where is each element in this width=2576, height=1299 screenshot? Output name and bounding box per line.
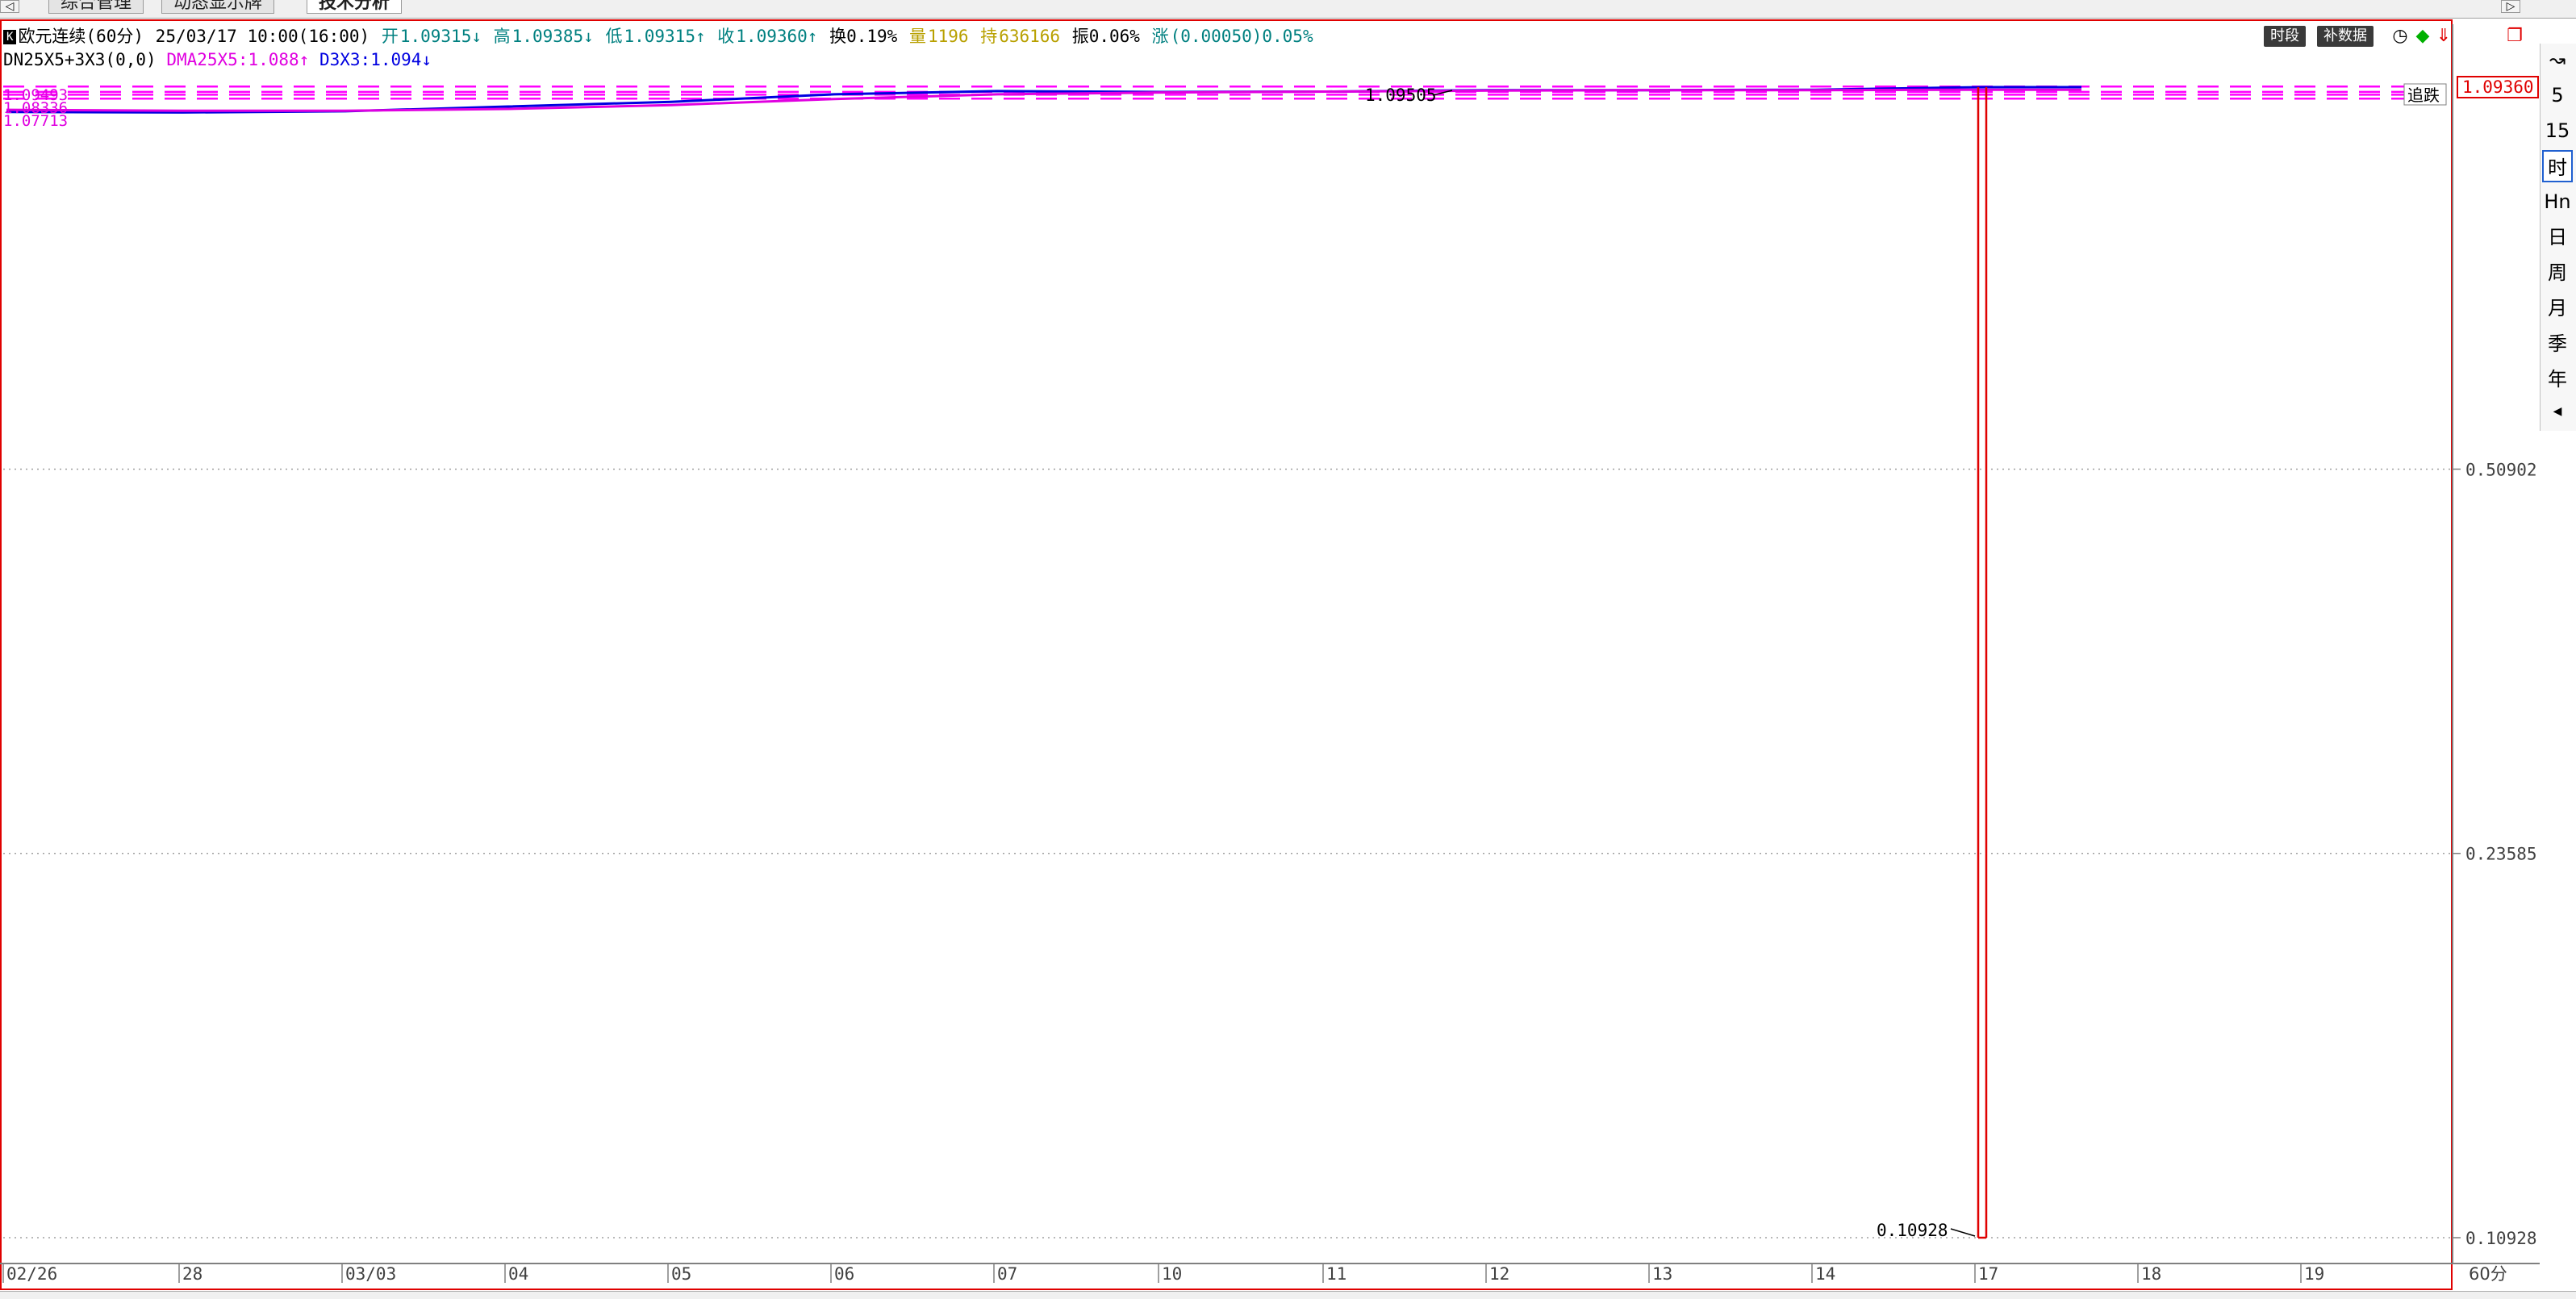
open-value: 1.09315↓ [399,27,482,46]
dma-value: DMA25X5:1.088↑ [166,50,310,69]
indicator-name[interactable]: DN25X5+3X3(0,0) [3,50,157,69]
x-tick-label: 14 [1815,1264,1835,1284]
y-tick-label: 0.23585 [2465,845,2537,864]
collapse-arrow-icon[interactable]: ◀ [2542,395,2573,428]
min-price-label: 0.10928 [1877,1221,1948,1240]
y-tick-label: 0.50902 [2465,460,2537,479]
x-tick-label: 13 [1652,1264,1672,1284]
period-badge[interactable]: K [3,30,17,44]
left-label-bottom: 1.07713 [3,112,68,130]
red-down-arrow-icon[interactable]: ⇓ [2433,26,2454,47]
datetime: 25/03/17 10:00(16:00) [155,27,370,46]
x-tick-label: 19 [2304,1264,2324,1284]
low-value: 1.09315↑ [624,27,706,46]
min-price-pointer [1950,1228,1976,1237]
open-label: 开 [381,27,399,46]
x-tick-label: 18 [2141,1264,2161,1284]
amplitude: 振0.06% [1071,27,1140,46]
y-tick-label: 0.10928 [2465,1229,2537,1248]
x-tick-label: 12 [1489,1264,1509,1284]
quote-info-line: K 欧元连续(60分) 25/03/17 10:00(16:00) 开1.0931… [3,24,1315,48]
d3x3-value: D3X3:1.094↓ [319,50,432,69]
period-hour-button[interactable]: 时 [2542,150,2573,182]
instrument-name: 欧元连续(60分) [18,27,144,46]
period-15min-button[interactable]: 15 [2542,115,2573,147]
high-label: 高 [493,27,511,46]
window-restore-icon[interactable]: ❐ [2504,26,2525,47]
max-price-label: 1.09505 [1365,86,1437,105]
x-unit-label: 60分 [2469,1264,2507,1284]
x-tick-label: 02/26 [6,1264,57,1284]
x-tick-label: 11 [1326,1264,1346,1284]
right-tag-label: 追跌 [2407,86,2440,105]
x-tick-label: 10 [1162,1264,1182,1284]
close-label: 收 [717,27,735,46]
volume-value: 1196 [927,27,969,46]
time-segment-button[interactable]: 时段 [2264,26,2306,47]
x-tick-label: 06 [834,1264,854,1284]
period-month-button[interactable]: 月 [2542,292,2573,324]
low-label: 低 [605,27,623,46]
indicator-line: DN25X5+3X3(0,0) DMA25X5:1.088↑ D3X3:1.09… [3,48,432,71]
x-tick-label: 07 [997,1264,1017,1284]
x-tick-label: 04 [508,1264,528,1284]
oi-value: 636166 [999,27,1061,46]
period-5min-button[interactable]: 5 [2542,79,2573,111]
volume-label: 量 [908,27,926,46]
clock-icon[interactable]: ◷ [2390,26,2411,47]
x-tick-label: 17 [1978,1264,1998,1284]
close-value: 1.09360↑ [736,27,818,46]
period-selector: ↝ 5 15 时 Hn 日 周 月 季 年 ◀ [2540,44,2576,431]
period-quarter-button[interactable]: 季 [2542,328,2573,360]
series-line-1 [6,88,2081,112]
x-tick-label: 28 [182,1264,202,1284]
current-price-label: 1.09360 [2462,77,2534,97]
period-tick-line-button[interactable]: ↝ [2542,44,2573,76]
high-value: 1.09385↓ [511,27,594,46]
x-tick-label: 03/03 [345,1264,396,1284]
period-custom-min-button[interactable]: Hn [2542,186,2573,218]
oi-label: 持 [980,27,998,46]
diamond-icon[interactable]: ◆ [2412,26,2433,47]
price-chart[interactable]: 0.50902 0.23585 0.10928 1.09360 02/26 28 03/03… [0,0,2576,1298]
period-day-button[interactable]: 日 [2542,221,2573,253]
turnover: 换0.19% [829,27,898,46]
period-week-button[interactable]: 周 [2542,257,2573,289]
fill-data-button[interactable]: 补数据 [2317,26,2374,47]
change-value: (0.00050)0.05% [1170,27,1313,46]
change-label: 涨 [1151,27,1169,46]
period-year-button[interactable]: 年 [2542,363,2573,395]
x-tick-label: 05 [671,1264,691,1284]
